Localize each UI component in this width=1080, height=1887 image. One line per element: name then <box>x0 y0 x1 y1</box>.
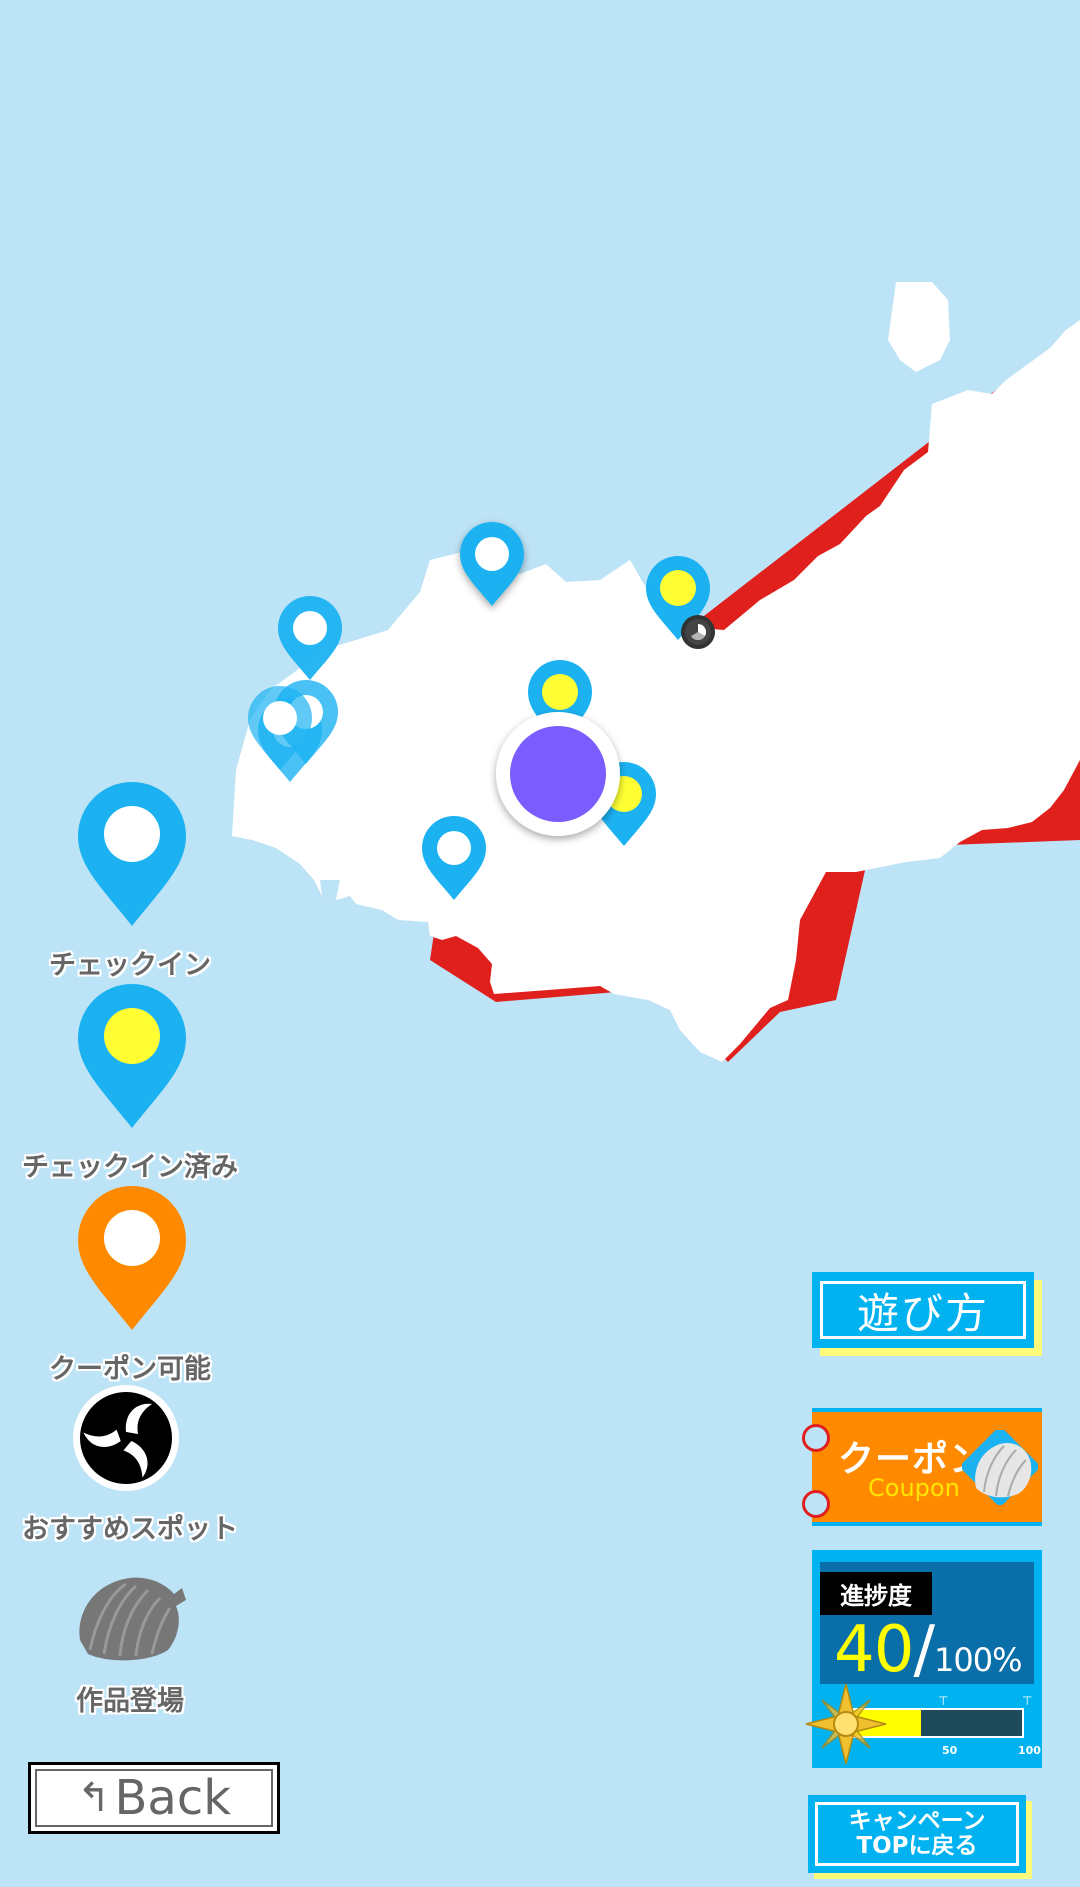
progress-value: 40 <box>834 1613 914 1687</box>
tick-100-label: 100 <box>1018 1744 1041 1757</box>
tick-pin-icon: ⊤ <box>938 1694 949 1708</box>
legend-coupon-label: クーポン可能 <box>49 1354 211 1385</box>
small-islet <box>888 282 950 372</box>
legend-checkin-label: チェックイン <box>49 950 211 981</box>
how-to-play-button[interactable]: 遊び方 <box>812 1272 1034 1348</box>
compass-icon <box>805 1683 887 1765</box>
legend-checked-in-label: チェックイン済み <box>22 1152 238 1183</box>
campaign-top-line2: TOPに戻る <box>856 1833 978 1859</box>
island-landmass <box>232 320 1080 1062</box>
progress-max: 100% <box>934 1641 1022 1679</box>
coupon-subtitle: Coupon <box>868 1474 960 1502</box>
legend-recommended-label: おすすめスポット <box>22 1514 238 1545</box>
checkin-pin-icon <box>78 782 186 926</box>
back-button[interactable]: ↰ Back <box>28 1762 280 1834</box>
coupon-button[interactable]: クーポン Coupon <box>802 1408 1042 1526</box>
back-label: Back <box>114 1770 232 1826</box>
coupon-pin-icon <box>78 1186 186 1330</box>
scallop-shell-icon <box>962 1430 1038 1506</box>
progress-separator: / <box>913 1613 935 1687</box>
recommended-spot-marker[interactable] <box>681 615 715 649</box>
current-location-marker <box>496 712 620 836</box>
scallop-shell-icon <box>79 1577 186 1661</box>
tomoe-icon <box>73 1385 179 1491</box>
tick-50-label: 50 <box>942 1744 958 1757</box>
legend-work-label: 作品登場 <box>76 1686 184 1717</box>
checked-in-pin-icon <box>78 984 186 1128</box>
progress-value-line: 40/100% <box>834 1618 1022 1682</box>
tick-pin-icon: ⊤ <box>1022 1694 1033 1708</box>
campaign-top-button[interactable]: キャンペーン TOPに戻る <box>808 1795 1026 1873</box>
progress-panel: 進捗度 40/100% ⊤ ⊤ 50 100 <box>805 1550 1042 1768</box>
back-arrow-icon: ↰ <box>76 1775 111 1821</box>
how-to-play-label: 遊び方 <box>820 1281 1026 1339</box>
campaign-top-line1: キャンペーン <box>848 1807 986 1834</box>
progress-tag: 進捗度 <box>820 1572 932 1615</box>
